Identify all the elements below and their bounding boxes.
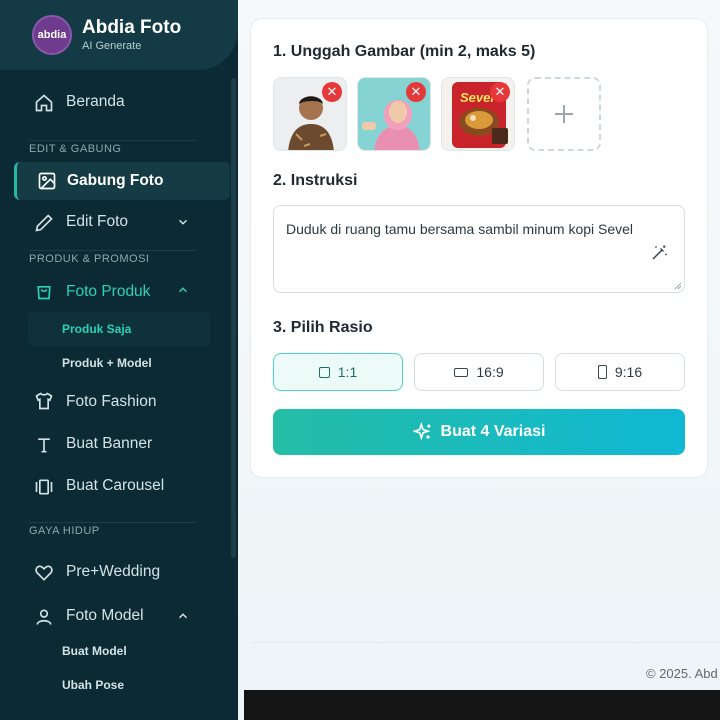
resize-handle-icon[interactable] xyxy=(674,282,682,290)
sidebar-item-home[interactable]: Beranda xyxy=(0,84,230,120)
step3-title: 3. Pilih Rasio xyxy=(273,319,373,336)
bottom-bar xyxy=(244,690,720,720)
section-edit: EDIT & GABUNG xyxy=(29,140,196,160)
sidebar-item-fashion[interactable]: Foto Fashion xyxy=(0,382,230,422)
chevron-up-icon xyxy=(178,613,188,619)
pencil-icon xyxy=(35,214,53,232)
main-content: 1. Unggah Gambar (min 2, maks 5) ✕ ✕ Sev… xyxy=(238,0,720,720)
sidebar-item-carousel[interactable]: Buat Carousel xyxy=(0,468,230,504)
add-image-button[interactable] xyxy=(527,77,601,151)
sidebar-subitem-product-model[interactable]: Produk + Model xyxy=(0,346,230,380)
sidebar-item-label: Buat Banner xyxy=(66,435,153,452)
sidebar-item-label: Edit Foto xyxy=(66,213,129,230)
uploaded-image-1[interactable]: ✕ xyxy=(273,77,347,151)
uploaded-image-2[interactable]: ✕ xyxy=(357,77,431,151)
sidebar-item-label: Pre+Wedding xyxy=(66,563,161,580)
sidebar-item-edit[interactable]: Edit Foto xyxy=(0,204,230,240)
footer-text: © 2025. Abd xyxy=(646,666,718,681)
ratio-16-9-button[interactable]: 16:9 xyxy=(414,353,544,391)
instruction-textarea[interactable]: Duduk di ruang tamu bersama sambil minum… xyxy=(273,205,685,293)
shirt-icon xyxy=(35,392,53,410)
sidebar-nav: Beranda EDIT & GABUNG Gabung Foto Edit F… xyxy=(0,84,230,702)
sidebar-item-label: Buat Carousel xyxy=(66,477,165,494)
landscape-icon xyxy=(454,367,469,377)
footer-divider xyxy=(250,642,720,643)
remove-image-button[interactable]: ✕ xyxy=(406,82,426,102)
brand-header[interactable]: abdia Abdia Foto AI Generate xyxy=(0,0,238,70)
ratio-9-16-button[interactable]: 9:16 xyxy=(555,353,685,391)
text-icon xyxy=(38,438,50,453)
product-label: Sevel xyxy=(460,90,494,105)
chevron-down-icon xyxy=(178,219,188,225)
plus-icon xyxy=(555,105,573,123)
step2-title: 2. Instruksi xyxy=(273,172,358,189)
sidebar-item-prewedding[interactable]: Pre+Wedding xyxy=(0,554,230,590)
home-icon xyxy=(35,94,53,112)
step1-title: 1. Unggah Gambar (min 2, maks 5) xyxy=(273,43,536,60)
sidebar-subitem-product-only[interactable]: Produk Saja xyxy=(28,312,210,346)
sidebar-item-label: Beranda xyxy=(66,93,125,110)
image-icon xyxy=(38,172,56,190)
uploaded-image-3[interactable]: Sevel ✕ xyxy=(441,77,515,151)
remove-image-button[interactable]: ✕ xyxy=(490,82,510,102)
brand-title: Abdia Foto xyxy=(82,17,182,38)
ratio-label: 1:1 xyxy=(337,364,358,380)
sidebar-item-product[interactable]: Foto Produk xyxy=(0,272,230,312)
section-lifestyle: GAYA HIDUP xyxy=(29,522,196,542)
sidebar: abdia Abdia Foto AI Generate Beranda EDI… xyxy=(0,0,238,720)
portrait-icon xyxy=(597,365,607,379)
chevron-up-icon xyxy=(178,287,188,293)
sidebar-subitem-change-pose[interactable]: Ubah Pose xyxy=(0,668,230,702)
sidebar-subitem-make-model[interactable]: Buat Model xyxy=(0,634,230,668)
generate-button[interactable]: Buat 4 Variasi xyxy=(273,409,685,455)
remove-image-button[interactable]: ✕ xyxy=(322,82,342,102)
instruction-text: Duduk di ruang tamu bersama sambil minum… xyxy=(286,221,634,237)
generate-card: 1. Unggah Gambar (min 2, maks 5) ✕ ✕ Sev… xyxy=(250,18,708,478)
user-icon xyxy=(36,609,52,625)
brand-logo: abdia xyxy=(32,15,72,55)
carousel-icon xyxy=(35,479,53,495)
heart-icon xyxy=(35,565,53,581)
ratio-1-1-button[interactable]: 1:1 xyxy=(273,353,403,391)
sidebar-item-label: Foto Produk xyxy=(66,283,151,300)
ratio-label: 16:9 xyxy=(476,364,504,380)
sparkles-icon xyxy=(412,422,431,441)
magic-wand-icon[interactable] xyxy=(650,244,668,262)
square-icon xyxy=(318,366,330,378)
sidebar-scrollbar[interactable] xyxy=(231,78,236,558)
sidebar-item-label: Gabung Foto xyxy=(67,172,164,189)
brand-subtitle: AI Generate xyxy=(82,40,142,52)
sidebar-item-model[interactable]: Foto Model xyxy=(0,598,230,634)
sidebar-item-merge[interactable]: Gabung Foto xyxy=(14,162,230,200)
section-product: PRODUK & PROMOSI xyxy=(29,250,196,270)
sidebar-item-banner[interactable]: Buat Banner xyxy=(0,426,230,462)
sidebar-item-label: Foto Model xyxy=(66,607,144,624)
ratio-label: 9:16 xyxy=(614,364,643,380)
shopping-bag-icon xyxy=(37,286,51,300)
generate-label: Buat 4 Variasi xyxy=(440,423,546,440)
sidebar-item-label: Foto Fashion xyxy=(66,393,157,410)
